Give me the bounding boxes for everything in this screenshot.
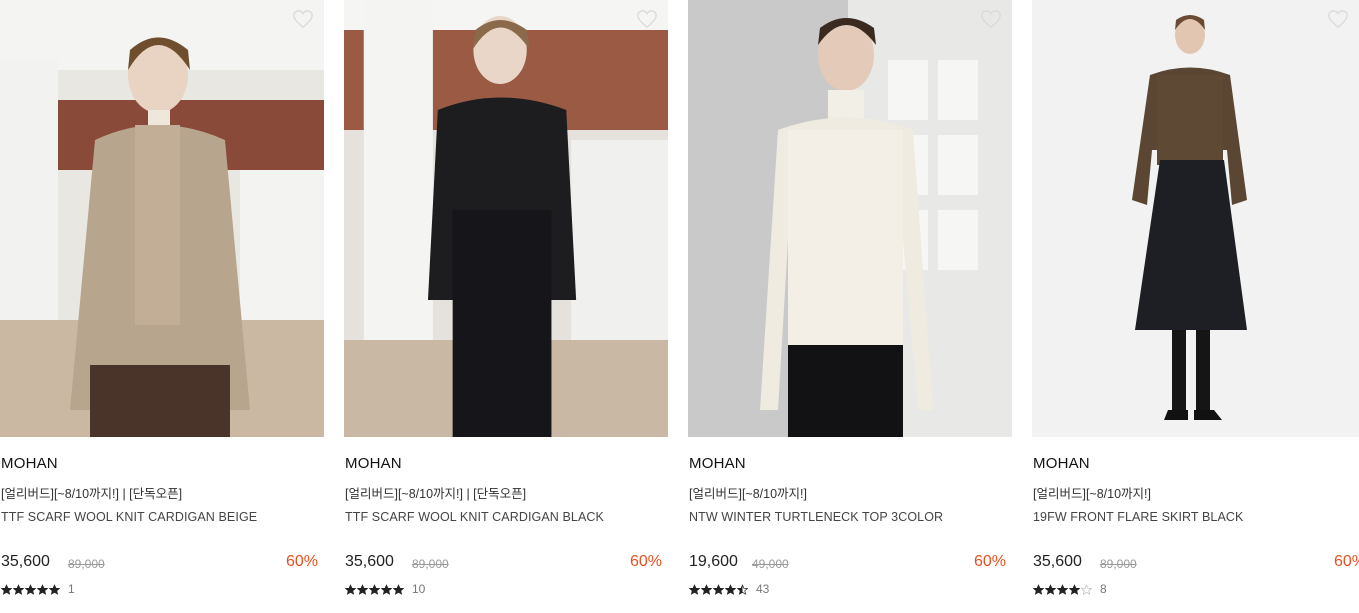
star-filled-icon [1069,583,1080,595]
product-card[interactable]: MOHAN [얼리버드][~8/10까지!] | [단독오픈] TTF SCAR… [0,0,330,613]
promo-tag: [얼리버드][~8/10까지!] [689,487,807,501]
product-image[interactable] [688,0,1012,437]
product-name[interactable]: TTF SCARF WOOL KNIT CARDIGAN BEIGE [1,510,257,524]
star-filled-icon [49,583,60,595]
rating: 10 [345,582,425,596]
original-price: 89,000 [1100,557,1137,571]
star-rating [1033,583,1092,595]
original-price: 89,000 [412,557,449,571]
product-card[interactable]: MOHAN [얼리버드][~8/10까지!] 19FW FRONT FLARE … [1032,0,1359,613]
product-image[interactable] [344,0,668,437]
brand-name[interactable]: MOHAN [1033,455,1090,472]
wishlist-heart-icon[interactable] [292,9,314,29]
star-filled-icon [1,583,12,595]
star-filled-icon [689,583,700,595]
rating: 1 [1,582,75,596]
star-filled-icon [357,583,368,595]
wishlist-heart-icon[interactable] [980,9,1002,29]
product-card[interactable]: MOHAN [얼리버드][~8/10까지!] NTW WINTER TURTLE… [688,0,1018,613]
review-count: 43 [756,582,770,596]
review-count: 8 [1100,582,1107,596]
product-image[interactable] [0,0,324,437]
promo-tag: [얼리버드][~8/10까지!] | [단독오픈] [345,487,527,501]
star-filled-icon [345,583,356,595]
brand-name[interactable]: MOHAN [689,455,746,472]
star-filled-icon [25,583,36,595]
star-filled-icon [701,583,712,595]
star-rating [345,583,404,595]
discount-rate: 60% [285,553,318,570]
sale-price: 35,600 [1,553,50,570]
discount-rate: 60% [629,553,662,570]
star-filled-icon [381,583,392,595]
discount-rate: 60% [973,553,1006,570]
star-rating [689,583,748,595]
product-grid: MOHAN [얼리버드][~8/10까지!] | [단독오픈] TTF SCAR… [0,0,1359,613]
star-filled-icon [369,583,380,595]
star-filled-icon [13,583,24,595]
sale-price: 35,600 [345,553,394,570]
star-empty-icon [1081,583,1092,595]
star-filled-icon [1045,583,1056,595]
star-rating [1,583,60,595]
original-price: 49,000 [752,557,789,571]
discount-rate: 60% [1333,553,1359,570]
sale-price: 19,600 [689,553,738,570]
star-filled-icon [713,583,724,595]
promo-tag: [얼리버드][~8/10까지!] | [단독오픈] [1,487,183,501]
wishlist-heart-icon[interactable] [1327,9,1349,29]
rating: 43 [689,582,769,596]
review-count: 1 [68,582,75,596]
original-price: 89,000 [68,557,105,571]
review-count: 10 [412,582,426,596]
star-filled-icon [1057,583,1068,595]
rating: 8 [1033,582,1107,596]
sale-price: 35,600 [1033,553,1082,570]
product-image[interactable] [1032,0,1359,437]
star-half-icon [737,583,748,595]
product-card[interactable]: MOHAN [얼리버드][~8/10까지!] | [단독오픈] TTF SCAR… [344,0,674,613]
product-name[interactable]: 19FW FRONT FLARE SKIRT BLACK [1033,510,1244,524]
brand-name[interactable]: MOHAN [345,455,402,472]
star-filled-icon [1033,583,1044,595]
product-name[interactable]: TTF SCARF WOOL KNIT CARDIGAN BLACK [345,510,604,524]
wishlist-heart-icon[interactable] [636,9,658,29]
star-filled-icon [37,583,48,595]
promo-tag: [얼리버드][~8/10까지!] [1033,487,1151,501]
brand-name[interactable]: MOHAN [1,455,58,472]
product-name[interactable]: NTW WINTER TURTLENECK TOP 3COLOR [689,510,943,524]
star-filled-icon [393,583,404,595]
star-filled-icon [725,583,736,595]
